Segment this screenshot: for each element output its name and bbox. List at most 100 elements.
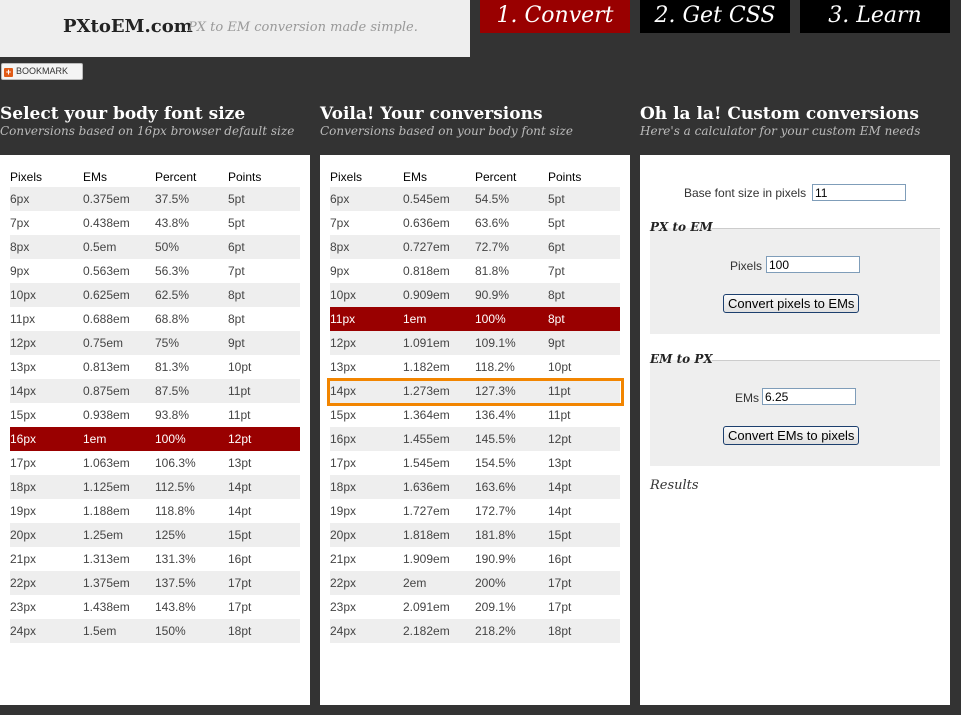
ems-cell: 1.182em xyxy=(403,360,450,374)
table-row[interactable]: 11px 0.688em 68.8% 8pt xyxy=(10,307,300,331)
table-row[interactable]: 15px 0.938em 93.8% 11pt xyxy=(10,403,300,427)
column-header: Percent xyxy=(155,170,197,184)
points-cell: 7pt xyxy=(228,264,245,278)
table-row[interactable]: 18px 1.125em 112.5% 14pt xyxy=(10,475,300,499)
table-row[interactable]: 22px 2em 200% 17pt xyxy=(330,571,620,595)
table-row[interactable]: 22px 1.375em 137.5% 17pt xyxy=(10,571,300,595)
table-row[interactable]: 7px 0.438em 43.8% 5pt xyxy=(10,211,300,235)
table-row[interactable]: 9px 0.563em 56.3% 7pt xyxy=(10,259,300,283)
points-cell: 10pt xyxy=(548,360,572,374)
table-row[interactable]: 23px 1.438em 143.8% 17pt xyxy=(10,595,300,619)
points-cell: 14pt xyxy=(548,475,620,499)
points-cell: 7pt xyxy=(548,264,565,278)
pixels-cell: 19px xyxy=(330,504,357,518)
table-row[interactable]: 13px 1.182em 118.2% 10pt xyxy=(330,355,620,379)
ems-cell: 0.438em xyxy=(83,216,130,230)
table-header-row: Pixels EMs Percent Points xyxy=(330,167,620,187)
table-row[interactable]: 7px 0.636em 63.6% 5pt xyxy=(330,211,620,235)
table-row[interactable]: 11px 1em 100% 8pt xyxy=(330,307,620,331)
table-row[interactable]: 15px 1.364em 136.4% 11pt xyxy=(330,403,620,427)
points-cell: 17pt xyxy=(548,600,572,614)
points-cell: 16pt xyxy=(548,552,572,566)
tab-learn[interactable]: 3. Learn xyxy=(800,0,950,33)
ems-cell: 1.091em xyxy=(403,331,475,355)
table-row[interactable]: 13px 0.813em 81.3% 10pt xyxy=(10,355,300,379)
percent-cell: 125% xyxy=(155,523,228,547)
percent-cell: 118.8% xyxy=(155,504,195,518)
table-row[interactable]: 20px 1.25em 125% 15pt xyxy=(10,523,300,547)
table-row[interactable]: 18px 1.636em 163.6% 14pt xyxy=(330,475,620,499)
percent-cell: 106.3% xyxy=(155,456,196,470)
points-cell: 11pt xyxy=(548,379,620,403)
points-cell: 14pt xyxy=(228,475,300,499)
table-row[interactable]: 16px 1em 100% 12pt xyxy=(10,427,300,451)
pixels-cell: 6px xyxy=(330,187,403,211)
right-subheading: Here's a calculator for your custom EM n… xyxy=(640,124,921,138)
pixels-cell: 17px xyxy=(330,456,357,470)
table-row[interactable]: 21px 1.313em 131.3% 16pt xyxy=(10,547,300,571)
table-row[interactable]: 9px 0.818em 81.8% 7pt xyxy=(330,259,620,283)
ems-cell: 1em xyxy=(83,427,155,451)
pixels-cell: 23px xyxy=(330,600,357,614)
ems-cell: 1.273em xyxy=(403,379,475,403)
table-row[interactable]: 24px 2.182em 218.2% 18pt xyxy=(330,619,620,643)
ems-input[interactable] xyxy=(762,388,856,405)
pixels-cell: 14px xyxy=(330,379,403,403)
ems-cell: 0.875em xyxy=(83,379,155,403)
column-header: Pixels xyxy=(10,170,43,184)
site-title[interactable]: PXtoEM.com xyxy=(63,16,193,37)
points-cell: 5pt xyxy=(228,216,245,230)
table-row[interactable]: 6px 0.545em 54.5% 5pt xyxy=(330,187,620,211)
table-row[interactable]: 6px 0.375em 37.5% 5pt xyxy=(10,187,300,211)
pixels-label: Pixels xyxy=(730,259,763,273)
table-row[interactable]: 10px 0.909em 90.9% 8pt xyxy=(330,283,620,307)
table-row[interactable]: 10px 0.625em 62.5% 8pt xyxy=(10,283,300,307)
points-cell: 5pt xyxy=(228,187,300,211)
table-row[interactable]: 8px 0.5em 50% 6pt xyxy=(10,235,300,259)
table-row[interactable]: 12px 0.75em 75% 9pt xyxy=(10,331,300,355)
table-row[interactable]: 14px 1.273em 127.3% 11pt xyxy=(330,379,620,403)
percent-cell: 181.8% xyxy=(475,523,548,547)
base-font-size-input[interactable] xyxy=(812,184,906,201)
pixels-cell: 10px xyxy=(10,283,83,307)
table-row[interactable]: 19px 1.188em 118.8% 14pt xyxy=(10,499,300,523)
ems-cell: 2em xyxy=(403,571,475,595)
tab-get-css[interactable]: 2. Get CSS xyxy=(640,0,790,33)
table-row[interactable]: 19px 1.727em 172.7% 14pt xyxy=(330,499,620,523)
percent-cell: 172.7% xyxy=(475,504,516,518)
ems-cell: 0.727em xyxy=(403,235,475,259)
percent-cell: 63.6% xyxy=(475,216,510,230)
points-cell: 8pt xyxy=(548,283,620,307)
points-cell: 11pt xyxy=(228,408,251,422)
table-row[interactable]: 17px 1.063em 106.3% 13pt xyxy=(10,451,300,475)
table-row[interactable]: 17px 1.545em 154.5% 13pt xyxy=(330,451,620,475)
convert-pixels-button[interactable]: Convert pixels to EMs xyxy=(723,294,860,313)
ems-cell: 1.545em xyxy=(403,456,450,470)
points-cell: 15pt xyxy=(548,523,620,547)
convert-ems-button[interactable]: Convert EMs to pixels xyxy=(723,426,860,445)
table-row[interactable]: 16px 1.455em 145.5% 12pt xyxy=(330,427,620,451)
tab-convert[interactable]: 1. Convert xyxy=(480,0,630,33)
bookmark-button[interactable]: + BOOKMARK xyxy=(1,63,83,80)
pixels-cell: 9px xyxy=(330,264,350,278)
table-row[interactable]: 14px 0.875em 87.5% 11pt xyxy=(10,379,300,403)
pixels-input[interactable] xyxy=(766,256,860,273)
table-row[interactable]: 24px 1.5em 150% 18pt xyxy=(10,619,300,643)
ems-cell: 1.125em xyxy=(83,475,155,499)
body-font-size-panel: Pixels EMs Percent Points 6px 0.375em 37.5… xyxy=(0,155,310,705)
pixels-cell: 24px xyxy=(10,619,83,643)
percent-cell: 56.3% xyxy=(155,264,190,278)
percent-cell: 154.5% xyxy=(475,456,516,470)
table-row[interactable]: 12px 1.091em 109.1% 9pt xyxy=(330,331,620,355)
percent-cell: 127.3% xyxy=(475,379,548,403)
table-row[interactable]: 21px 1.909em 190.9% 16pt xyxy=(330,547,620,571)
pixels-cell: 11px xyxy=(10,312,36,326)
px-to-em-fieldset: PX to EM Pixels Convert pixels to EMs xyxy=(650,220,940,334)
pixels-cell: 13px xyxy=(330,360,357,374)
pixels-cell: 21px xyxy=(10,552,37,566)
percent-cell: 100% xyxy=(475,307,548,331)
pixels-cell: 11px xyxy=(330,307,403,331)
table-row[interactable]: 23px 2.091em 209.1% 17pt xyxy=(330,595,620,619)
table-row[interactable]: 20px 1.818em 181.8% 15pt xyxy=(330,523,620,547)
table-row[interactable]: 8px 0.727em 72.7% 6pt xyxy=(330,235,620,259)
